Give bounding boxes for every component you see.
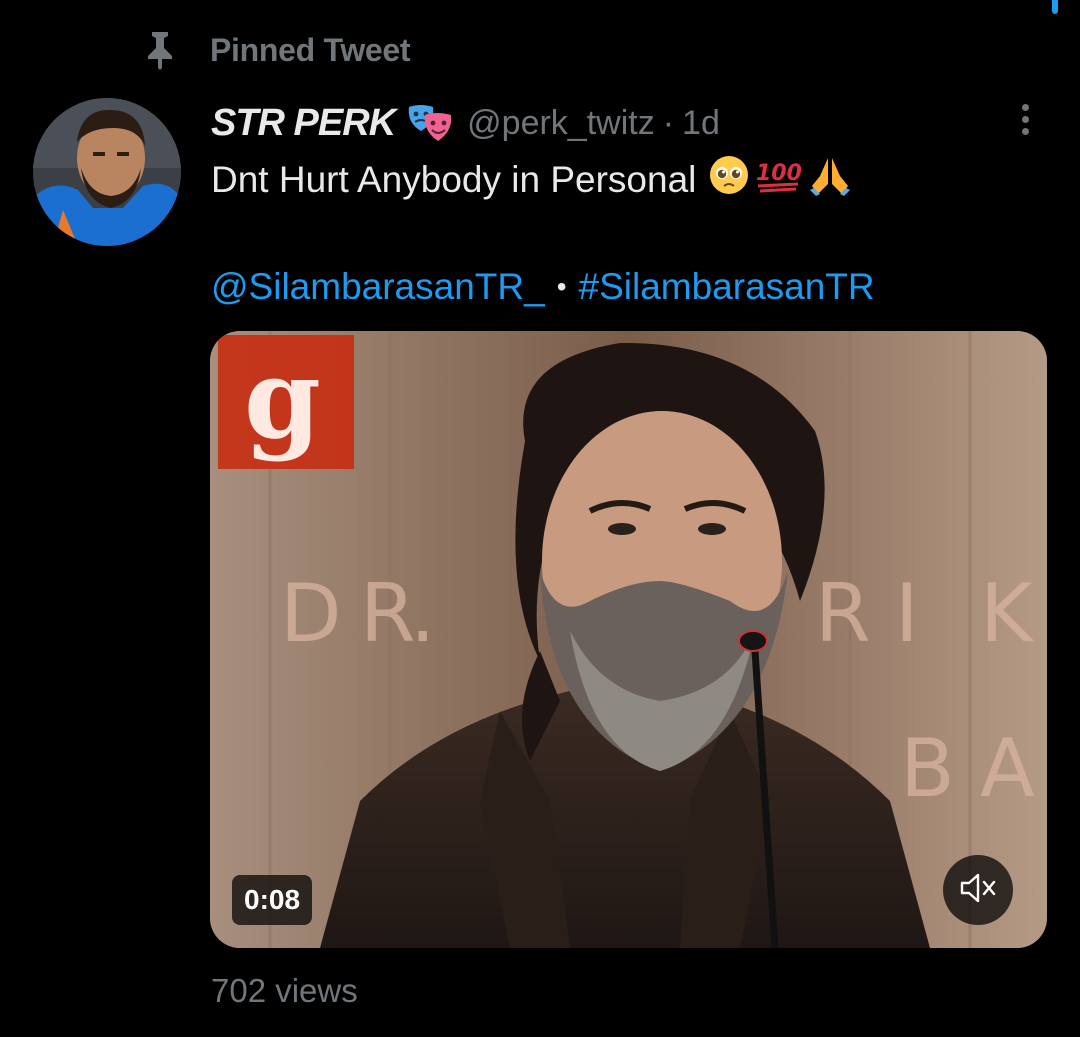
video-duration: 0:08 <box>232 875 313 925</box>
backdrop-letter: I <box>895 567 919 660</box>
tweet-emojis: 100 <box>708 154 852 205</box>
tweet-links: @SilambarasanTR_ • #SilambarasanTR <box>211 266 875 308</box>
backdrop-letter: . <box>410 567 435 660</box>
svg-text:g: g <box>244 334 321 463</box>
folded-hands-icon <box>808 154 852 205</box>
more-dot-icon <box>1021 115 1029 123</box>
backdrop-letter: A <box>980 722 1035 815</box>
more-options-button[interactable] <box>1000 96 1050 142</box>
bullet-separator: • <box>556 271 567 302</box>
unmute-button[interactable] <box>943 855 1013 925</box>
pinned-header: Pinned Tweet <box>140 30 411 70</box>
theater-masks-icon <box>405 103 455 143</box>
more-dot-icon <box>1021 103 1029 111</box>
backdrop-letter: R <box>360 567 416 660</box>
hashtag-link[interactable]: #SilambarasanTR <box>579 266 875 308</box>
backdrop-letter: B <box>900 722 955 815</box>
video-frame: D R . R I K B A g <box>210 331 1047 948</box>
pinned-label: Pinned Tweet <box>210 31 411 68</box>
tweet-body: Dnt Hurt Anybody in Personal <box>211 158 697 200</box>
tweet-header: STR PERK @perk_twitz · 1d <box>211 100 720 146</box>
view-count: 702 views <box>211 972 358 1009</box>
video-player[interactable]: D R . R I K B A g 0:08 <box>210 331 1047 948</box>
backdrop-letter: K <box>980 567 1035 660</box>
tweet-text: Dnt Hurt Anybody in Personal 100 <box>211 154 852 205</box>
pin-icon <box>140 30 180 70</box>
hundred-points-icon: 100 <box>754 154 804 205</box>
svg-text:100: 100 <box>756 161 802 186</box>
backdrop-letter: R <box>815 567 871 660</box>
author-handle[interactable]: @perk_twitz <box>467 104 655 143</box>
channel-logo: g <box>218 334 354 469</box>
mention-link[interactable]: @SilambarasanTR_ <box>211 266 545 308</box>
more-dot-icon <box>1021 127 1029 135</box>
backdrop-letter: D <box>280 567 342 660</box>
scroll-indicator <box>1052 0 1058 14</box>
tweet-time[interactable]: 1d <box>682 104 720 143</box>
display-name[interactable]: STR PERK <box>211 102 396 145</box>
speaker-muted-icon <box>958 868 998 913</box>
avatar[interactable] <box>33 98 181 246</box>
separator-dot: · <box>662 103 675 142</box>
pleading-face-icon <box>708 154 750 205</box>
